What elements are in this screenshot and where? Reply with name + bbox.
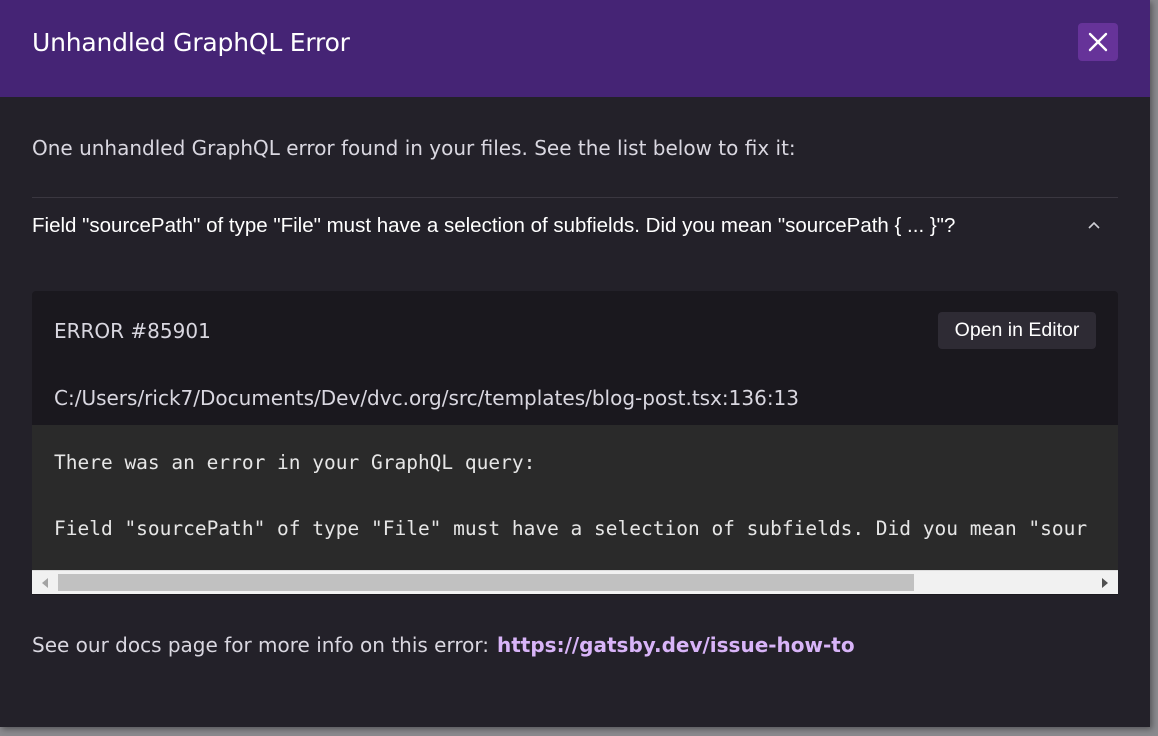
docs-link[interactable]: https://gatsby.dev/issue-how-to xyxy=(497,633,855,657)
docs-info: See our docs page for more info on this … xyxy=(32,633,855,657)
intro-text: One unhandled GraphQL error found in you… xyxy=(32,136,796,160)
close-icon xyxy=(1088,32,1108,52)
divider xyxy=(32,197,1118,198)
error-summary[interactable]: Field "sourcePath" of type "File" must h… xyxy=(32,214,955,238)
open-in-editor-button[interactable]: Open in Editor xyxy=(938,312,1096,349)
modal-header: Unhandled GraphQL Error xyxy=(0,0,1150,97)
scroll-left-button[interactable] xyxy=(34,571,56,594)
error-code: ERROR #85901 xyxy=(54,319,211,343)
modal-title: Unhandled GraphQL Error xyxy=(32,28,350,57)
chevron-up-icon[interactable] xyxy=(1085,216,1103,234)
code-line: Field "sourcePath" of type "File" must h… xyxy=(54,517,1088,540)
horizontal-scrollbar[interactable] xyxy=(32,570,1118,594)
error-details-card: ERROR #85901 Open in Editor C:/Users/ric… xyxy=(32,291,1118,595)
triangle-left-icon xyxy=(42,577,48,588)
scroll-right-button[interactable] xyxy=(1094,571,1116,594)
code-block: There was an error in your GraphQL query… xyxy=(32,425,1118,570)
code-line: There was an error in your GraphQL query… xyxy=(54,451,536,474)
scrollbar-thumb[interactable] xyxy=(58,574,914,591)
close-button[interactable] xyxy=(1078,23,1118,61)
triangle-right-icon xyxy=(1102,577,1108,588)
file-path: C:/Users/rick7/Documents/Dev/dvc.org/src… xyxy=(54,386,800,410)
docs-text: See our docs page for more info on this … xyxy=(32,633,489,657)
error-overlay-modal: Unhandled GraphQL Error One unhandled Gr… xyxy=(0,0,1150,727)
